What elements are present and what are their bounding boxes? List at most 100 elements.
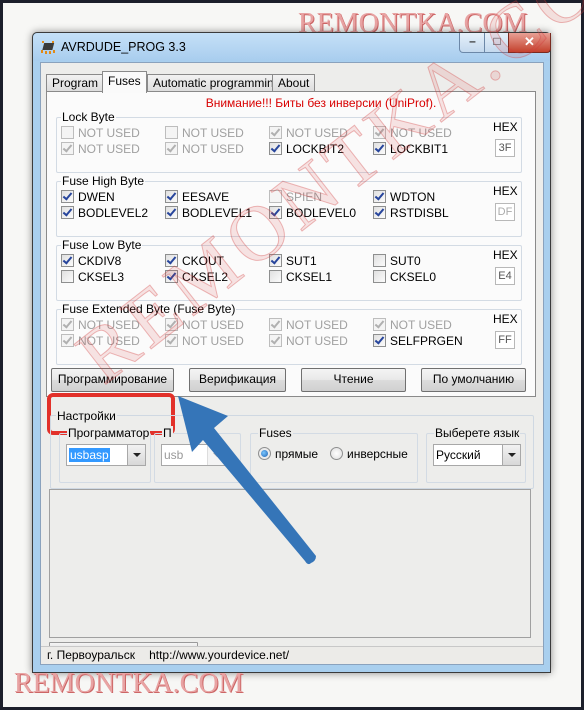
checkbox-checked-icon[interactable] [373, 206, 386, 219]
tab-fuses[interactable]: Fuses [102, 71, 147, 93]
checkbox-unchecked-icon[interactable] [61, 270, 74, 283]
program-button[interactable]: Программирование [51, 368, 174, 392]
chevron-down-icon[interactable] [127, 445, 145, 465]
fuse-checkbox[interactable]: SUT0 [373, 254, 421, 268]
minimize-button[interactable]: – [459, 33, 486, 53]
checkbox-checked-icon[interactable] [269, 254, 282, 267]
fuse-checkbox-label: BODLEVEL1 [182, 206, 253, 220]
fuse-checkbox[interactable]: CKSEL1 [269, 270, 332, 284]
warning-text: Внимание!!! Биты без инверсии (UniProf). [205, 96, 437, 110]
read-button[interactable]: Чтение [301, 368, 406, 392]
tab-about[interactable]: About [272, 74, 316, 92]
checkbox-checked-icon[interactable] [269, 142, 282, 155]
fuse-checkbox[interactable]: EESAVE [165, 190, 229, 204]
radio-inverse[interactable]: инверсные [330, 447, 408, 461]
fuse-checkbox[interactable]: CKSEL0 [373, 270, 436, 284]
checkbox-checked-icon[interactable] [61, 190, 74, 203]
language-group: Выберете язык Русский [426, 426, 526, 483]
programmer-value: usbasp [69, 448, 110, 462]
language-select[interactable]: Русский [433, 444, 521, 466]
checkbox-checked-icon[interactable] [61, 254, 74, 267]
title-bar[interactable]: AVRDUDE_PROG 3.3 – □ ✕ [33, 33, 551, 61]
fuse-checkbox: NOT USED [373, 126, 452, 140]
fuse-checkbox: NOT USED [61, 142, 140, 156]
fuse-checkbox-label: SUT1 [286, 254, 317, 268]
fuse-checkbox-label: NOT USED [286, 126, 348, 140]
chevron-down-icon[interactable] [207, 445, 225, 465]
checkbox-checked-icon[interactable] [165, 206, 178, 219]
checkbox-unchecked-icon[interactable] [373, 270, 386, 283]
lock-byte-title: Lock Byte [61, 110, 116, 124]
status-bar: г. Первоуральск http://www.yourdevice.net… [41, 646, 543, 664]
fuse-checkbox[interactable]: CKSEL2 [165, 270, 228, 284]
hex-label: HEX [493, 184, 518, 198]
hex-value-field[interactable]: DF [495, 203, 515, 221]
fuse-checkbox: SPIEN [269, 190, 322, 204]
fuse-checkbox[interactable]: WDTON [373, 190, 435, 204]
checkbox-checked-icon[interactable] [373, 190, 386, 203]
fuse-checkbox[interactable]: BODLEVEL0 [269, 206, 356, 220]
fuse-checkbox-label: NOT USED [78, 334, 140, 348]
fuse-checkbox[interactable]: BODLEVEL1 [165, 206, 252, 220]
tab-automatic-programming[interactable]: Automatic programming [147, 74, 287, 92]
checkbox-checked-icon[interactable] [165, 254, 178, 267]
checkbox-checked-icon[interactable] [269, 206, 282, 219]
fuse-checkbox[interactable]: BODLEVEL2 [61, 206, 148, 220]
fuse-checkbox-label: WDTON [390, 190, 436, 204]
port-label: П [162, 426, 173, 440]
fuse-checkbox-label: CKOUT [182, 254, 224, 268]
watermark-bottom: REMONTKA.COM [14, 668, 244, 699]
tab-program[interactable]: Program [46, 74, 105, 92]
port-select[interactable]: usb [161, 444, 226, 466]
hex-value-field[interactable]: 3F [495, 139, 515, 157]
fuse-low-byte-title: Fuse Low Byte [61, 238, 143, 252]
hex-label: HEX [493, 312, 518, 326]
fuse-checkbox[interactable]: CKSEL3 [61, 270, 124, 284]
fuse-checkbox[interactable]: LOCKBIT1 [373, 142, 448, 156]
checkbox-checked-icon [165, 142, 178, 155]
chevron-down-icon[interactable] [502, 445, 520, 465]
fuse-checkbox[interactable]: LOCKBIT2 [269, 142, 344, 156]
checkbox-checked-icon[interactable] [61, 206, 74, 219]
fuse-checkbox-label: EESAVE [182, 190, 230, 204]
checkbox-unchecked-icon[interactable] [269, 270, 282, 283]
fuse-checkbox-label: RSTDISBL [390, 206, 449, 220]
hex-value-field[interactable]: E4 [495, 267, 515, 285]
settings-group: Настройки Программатор usbasp П usb Fuse… [50, 409, 534, 489]
fuse-checkbox-label: NOT USED [182, 126, 244, 140]
fuse-extended-byte-title: Fuse Extended Byte (Fuse Byte) [61, 302, 237, 316]
maximize-button[interactable]: □ [484, 33, 510, 53]
checkbox-checked-icon[interactable] [373, 142, 386, 155]
checkbox-checked-icon [373, 318, 386, 331]
fuse-checkbox[interactable]: SELFPRGEN [373, 334, 463, 348]
language-label: Выберете язык [434, 426, 521, 440]
verify-button[interactable]: Верификация [189, 368, 286, 392]
checkbox-checked-icon [269, 126, 282, 139]
checkbox-unchecked-icon[interactable] [373, 254, 386, 267]
checkbox-checked-icon[interactable] [373, 334, 386, 347]
fuse-checkbox[interactable]: CKOUT [165, 254, 224, 268]
fuse-checkbox[interactable]: CKDIV8 [61, 254, 121, 268]
fuse-checkbox-label: BODLEVEL2 [78, 206, 149, 220]
fuse-checkbox-label: NOT USED [182, 142, 244, 156]
fuse-checkbox: NOT USED [373, 318, 452, 332]
radio-direct[interactable]: прямые [258, 447, 318, 461]
hex-value-field[interactable]: FF [495, 331, 515, 349]
fuse-checkbox[interactable]: DWEN [61, 190, 115, 204]
status-url[interactable]: http://www.yourdevice.net/ [149, 648, 289, 662]
radio-direct-label: прямые [275, 447, 319, 461]
fuse-high-byte-group: Fuse High Byte DWEN EESAVE SPIEN WDTON BODLEV… [56, 174, 522, 237]
programmer-select[interactable]: usbasp [66, 444, 146, 466]
window-title: AVRDUDE_PROG 3.3 [61, 40, 186, 54]
default-button[interactable]: По умолчанию [421, 368, 526, 392]
fuse-checkbox-label: NOT USED [286, 318, 348, 332]
checkbox-checked-icon [269, 334, 282, 347]
close-button[interactable]: ✕ [508, 33, 551, 53]
fuse-extended-byte-group: Fuse Extended Byte (Fuse Byte) NOT USED NO… [56, 302, 522, 365]
checkbox-checked-icon[interactable] [165, 190, 178, 203]
checkbox-checked-icon[interactable] [165, 270, 178, 283]
log-output[interactable] [49, 489, 531, 638]
fuse-high-byte-title: Fuse High Byte [61, 174, 146, 188]
fuse-checkbox[interactable]: SUT1 [269, 254, 317, 268]
fuse-checkbox[interactable]: RSTDISBL [373, 206, 449, 220]
